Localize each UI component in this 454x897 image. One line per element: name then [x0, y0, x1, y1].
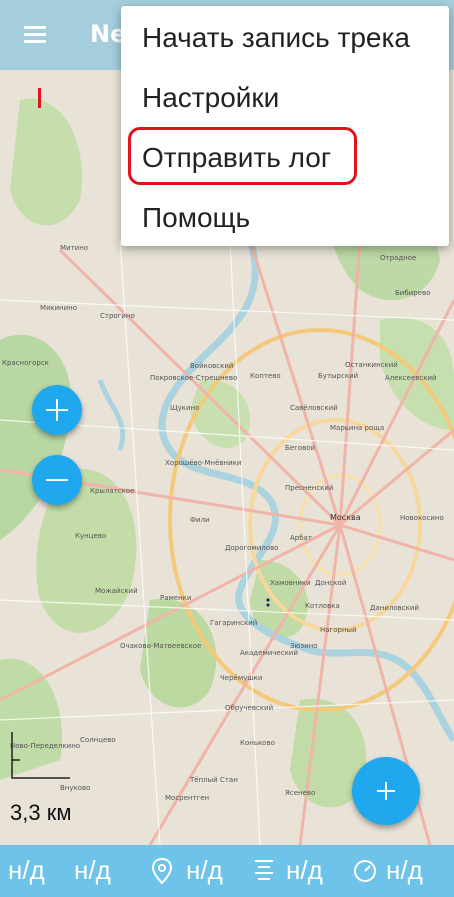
altitude-icon — [252, 857, 276, 889]
status-value-4: н/д — [286, 855, 323, 885]
map-label: Гагаринский — [210, 619, 257, 627]
overflow-menu: Начать запись трека Настройки Отправить … — [121, 6, 449, 246]
map-label: Коптево — [250, 372, 281, 380]
menu-item-start-track[interactable]: Начать запись трека — [121, 9, 449, 67]
status-value-2: н/д — [74, 855, 111, 885]
map-label: Митино — [60, 244, 88, 252]
map-label: Мякинино — [40, 304, 77, 312]
map-label: Пресненский — [285, 484, 334, 492]
status-bar: н/д н/д н/д н/д н/д — [0, 845, 454, 897]
map-label: Новокосино — [400, 514, 444, 522]
location-pin-icon — [150, 857, 174, 889]
speedometer-icon — [352, 857, 378, 889]
status-value-5: н/д — [386, 855, 423, 885]
map-label: Хорошёво-Мнёвники — [165, 459, 241, 467]
map-label: Щукино — [170, 404, 199, 412]
map-label: Хамовники — [270, 579, 311, 587]
map-label: Дорогомилово — [225, 544, 278, 552]
map-label: Донской — [315, 579, 346, 587]
menu-item-help[interactable]: Помощь — [121, 189, 449, 247]
map-label: Зюзино — [290, 642, 318, 650]
map-label: Бибирево — [395, 289, 430, 297]
map-label: Бутырский — [318, 372, 358, 380]
map-label: Покровское-Стрешнево — [150, 374, 237, 382]
map-label: Ясенево — [285, 789, 315, 797]
hamburger-menu-icon[interactable] — [18, 20, 54, 50]
zoom-out-button[interactable] — [32, 455, 82, 505]
map-label: Котловка — [305, 602, 340, 610]
status-value-1: н/д — [8, 855, 45, 885]
map-label: Обручевский — [225, 704, 273, 712]
map-label: Солнцево — [80, 736, 116, 744]
map-label: Алексеевский — [385, 374, 437, 382]
status-value-3: н/д — [186, 855, 223, 885]
add-button[interactable] — [352, 757, 420, 825]
map-label: Тёплый Стан — [189, 776, 238, 784]
map-label: Даниловский — [370, 604, 419, 612]
zoom-in-button[interactable] — [32, 385, 82, 435]
map-label: Останкинский — [345, 361, 398, 369]
map-label: Академический — [240, 649, 298, 657]
highlight-box — [128, 127, 357, 185]
map-label: Арбат — [290, 534, 312, 542]
map-label: Войковский — [190, 362, 233, 370]
map-label: Коньково — [240, 739, 275, 747]
scale-bar — [11, 732, 70, 779]
map-label: Москва — [330, 513, 361, 522]
map-label: Внуково — [60, 784, 90, 792]
map-label: Черёмушки — [220, 674, 262, 682]
map-label: Марьина роща — [330, 424, 384, 432]
map-label: Савёловский — [290, 404, 338, 412]
scale-label: 3,3 км — [10, 800, 72, 825]
map-label: Кунцево — [75, 532, 106, 540]
map-label: Нагорный — [320, 626, 357, 634]
minus-icon — [46, 479, 68, 481]
menu-item-settings[interactable]: Настройки — [121, 69, 449, 127]
map-label: Отрадное — [380, 254, 416, 262]
map-label: Можайский — [95, 587, 138, 595]
map-label: Раменки — [160, 594, 191, 602]
map-label: Красногорск — [2, 359, 49, 367]
map-label: Очаково-Матвеевское — [120, 642, 201, 650]
map-label: Строгино — [100, 312, 135, 320]
map-label: Мосрентген — [165, 794, 209, 802]
map-label: Беговой — [285, 444, 315, 452]
map-label: Крылатское — [90, 487, 134, 495]
map-label: Фили — [190, 516, 210, 524]
